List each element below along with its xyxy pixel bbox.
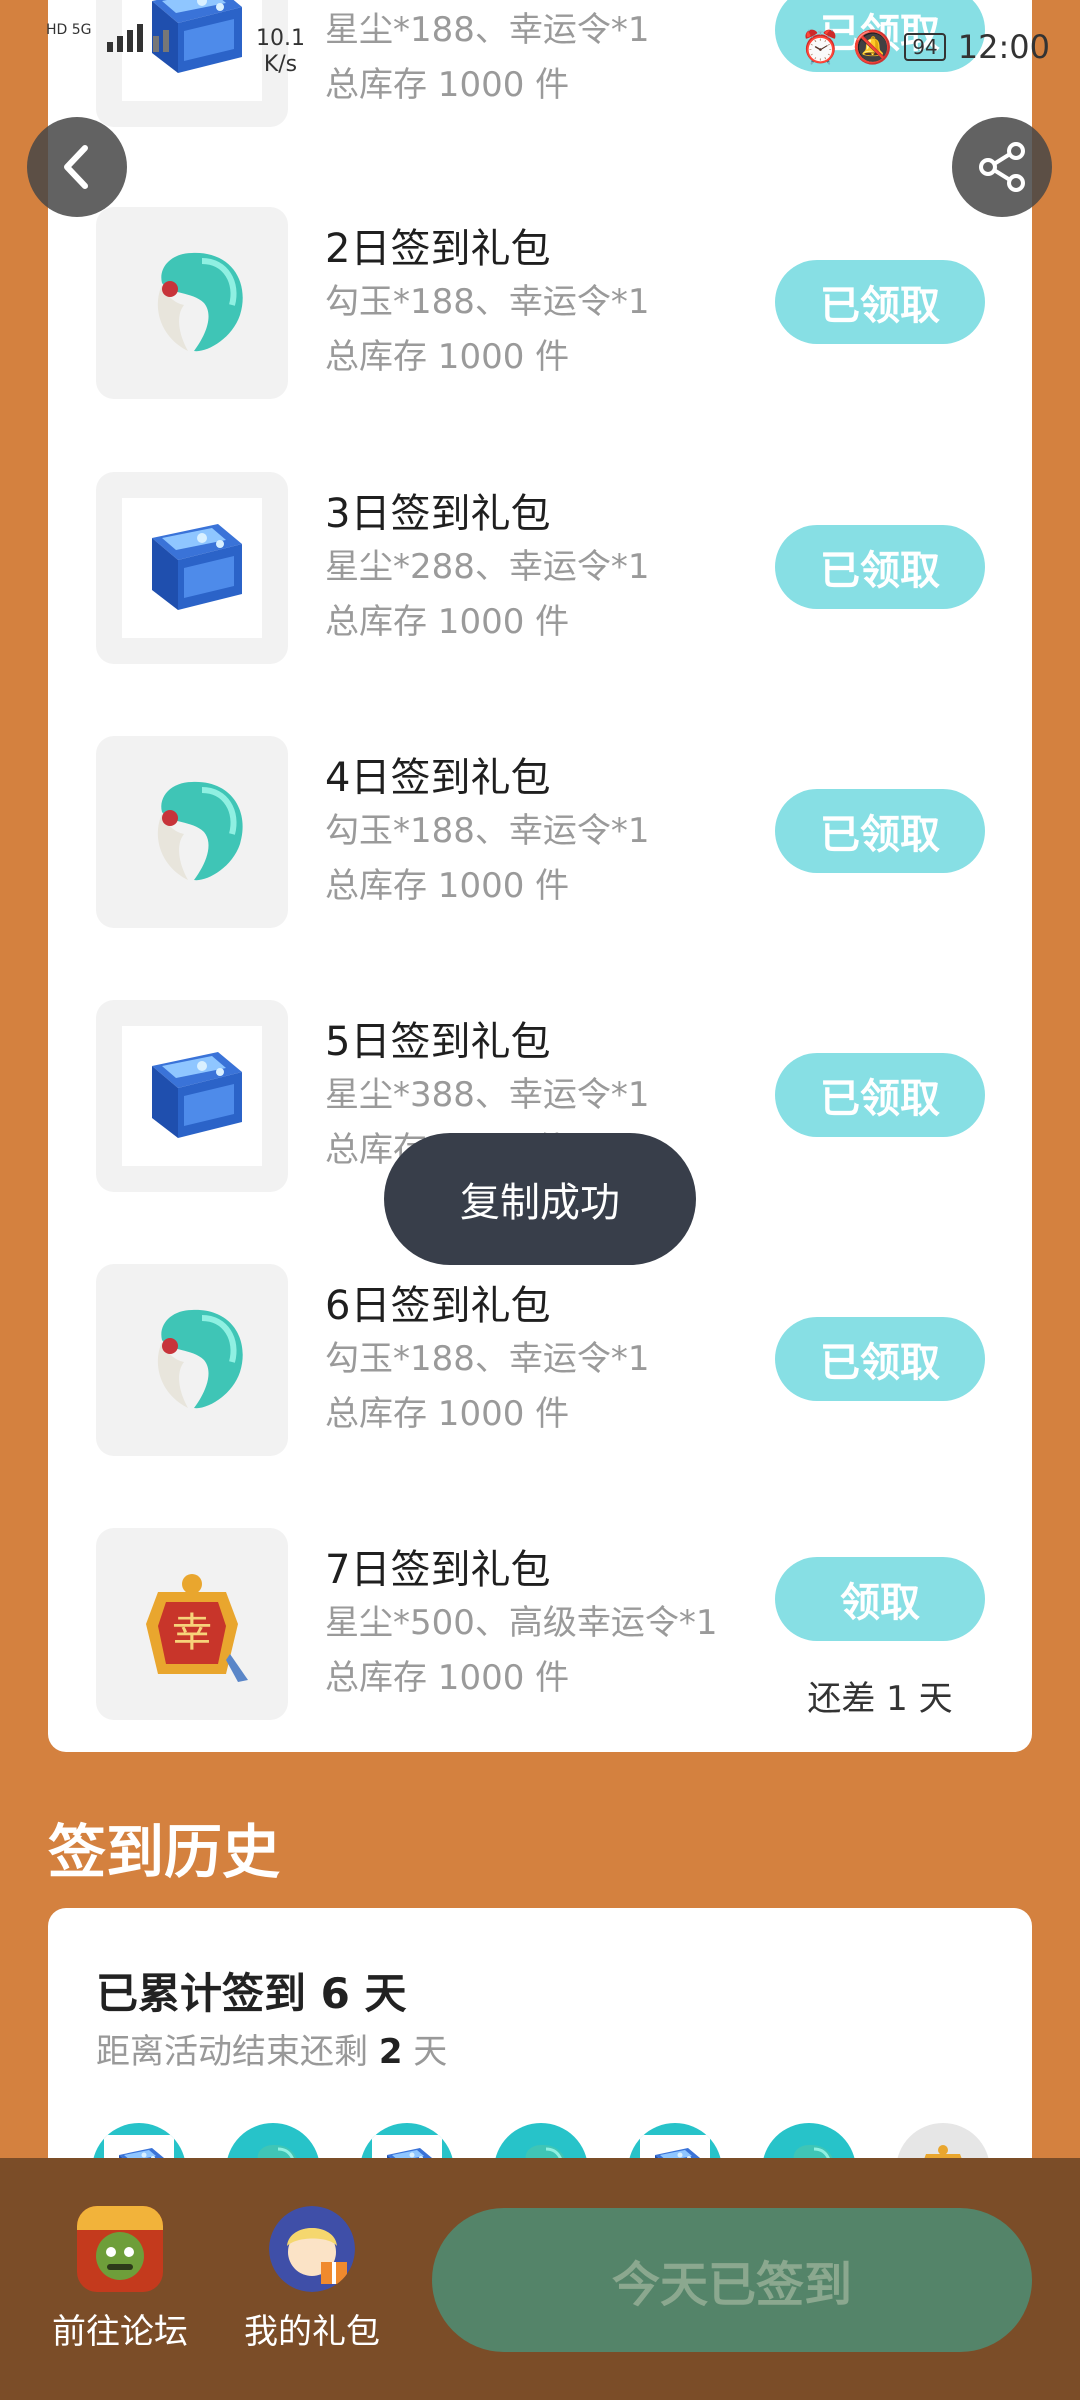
magatama-icon	[122, 233, 262, 373]
days-remaining-label: 还差 1 天	[807, 1679, 953, 1719]
gift-thumbnail	[96, 736, 288, 928]
gift-stock: 总库存 1000 件	[325, 1658, 570, 1698]
gift-stock: 总库存 1000 件	[325, 65, 570, 105]
claim-button[interactable]: 已领取	[775, 1317, 985, 1401]
gift-thumbnail	[96, 1528, 288, 1720]
gift-stock: 总库存 1000 件	[325, 602, 570, 642]
gift-title: 5日签到礼包	[325, 1019, 551, 1065]
gift-title: 7日签到礼包	[325, 1547, 551, 1593]
gift-thumbnail	[96, 472, 288, 664]
gift-description: 星尘*500、高级幸运令*1	[325, 1603, 718, 1643]
gift-title: 4日签到礼包	[325, 755, 551, 801]
claim-button[interactable]: 已领取	[775, 525, 985, 609]
chevron-left-icon	[64, 145, 88, 189]
gift-description: 勾玉*188、幸运令*1	[325, 282, 650, 322]
remaining-suffix: 天	[402, 2032, 448, 2072]
my-gifts-link[interactable]: 我的礼包	[232, 2206, 392, 2353]
gift-stock: 总库存 1000 件	[325, 337, 570, 377]
gift-row-day3: 3日签到礼包 星尘*288、幸运令*1 总库存 1000 件 已领取	[48, 467, 1032, 667]
gift-stock: 总库存 1000 件	[325, 866, 570, 906]
forum-game-icon	[77, 2206, 163, 2292]
lucky-token-icon	[122, 1554, 262, 1694]
remaining-prefix: 距离活动结束还剩	[96, 2032, 379, 2072]
remaining-days: 2	[378, 2032, 403, 2072]
bottom-action-bar: 前往论坛 我的礼包 今天已签到	[0, 2158, 1080, 2400]
gift-row-day2: 2日签到礼包 勾玉*188、幸运令*1 总库存 1000 件 已领取	[48, 202, 1032, 402]
claim-button[interactable]: 已领取	[775, 1053, 985, 1137]
gift-row-day4: 4日签到礼包 勾玉*188、幸运令*1 总库存 1000 件 已领取	[48, 731, 1032, 931]
summary-prefix: 已累计签到	[96, 1969, 321, 2018]
gift-title: 3日签到礼包	[325, 491, 551, 537]
stardust-chest-icon	[122, 498, 262, 638]
cumulative-signin: 已累计签到 6 天	[96, 1960, 406, 2021]
gift-description: 星尘*188、幸运令*1	[325, 10, 650, 50]
stardust-chest-icon	[122, 1026, 262, 1166]
claim-button[interactable]: 领取	[775, 1557, 985, 1641]
share-icon	[979, 142, 1025, 192]
section-title: 签到历史	[48, 1818, 281, 1886]
gift-thumbnail	[96, 0, 288, 127]
gift-description: 星尘*388、幸运令*1	[325, 1075, 650, 1115]
gift-thumbnail	[96, 1264, 288, 1456]
gift-thumbnail	[96, 207, 288, 399]
activity-remaining: 距离活动结束还剩 2 天	[96, 2024, 447, 2073]
summary-days: 6	[320, 1969, 350, 2018]
gift-avatar-icon	[269, 2206, 355, 2292]
claim-button[interactable]: 已领取	[775, 0, 985, 72]
magatama-icon	[122, 762, 262, 902]
forum-link[interactable]: 前往论坛	[40, 2206, 200, 2353]
gift-description: 勾玉*188、幸运令*1	[325, 1339, 650, 1379]
gift-row-day1: 星尘*188、幸运令*1 总库存 1000 件 已领取	[48, 0, 1032, 130]
claim-button[interactable]: 已领取	[775, 789, 985, 873]
back-button[interactable]	[27, 117, 127, 217]
gift-thumbnail	[96, 1000, 288, 1192]
claim-button[interactable]: 已领取	[775, 260, 985, 344]
summary-suffix: 天	[349, 1969, 407, 2018]
gift-title: 2日签到礼包	[325, 226, 551, 272]
signin-button[interactable]: 今天已签到	[432, 2208, 1032, 2352]
stardust-chest-icon	[122, 0, 262, 101]
gift-title: 6日签到礼包	[325, 1283, 551, 1329]
gift-row-day7: 7日签到礼包 星尘*500、高级幸运令*1 总库存 1000 件 领取 还差 1…	[48, 1523, 1032, 1723]
gift-stock: 总库存 1000 件	[325, 1394, 570, 1434]
share-button[interactable]	[952, 117, 1052, 217]
forum-label: 前往论坛	[52, 2312, 188, 2352]
gift-description: 勾玉*188、幸运令*1	[325, 811, 650, 851]
gift-row-day6: 6日签到礼包 勾玉*188、幸运令*1 总库存 1000 件 已领取	[48, 1259, 1032, 1459]
my-gifts-label: 我的礼包	[244, 2312, 380, 2352]
gift-description: 星尘*288、幸运令*1	[325, 547, 650, 587]
magatama-icon	[122, 1290, 262, 1430]
toast-message: 复制成功	[384, 1133, 696, 1265]
